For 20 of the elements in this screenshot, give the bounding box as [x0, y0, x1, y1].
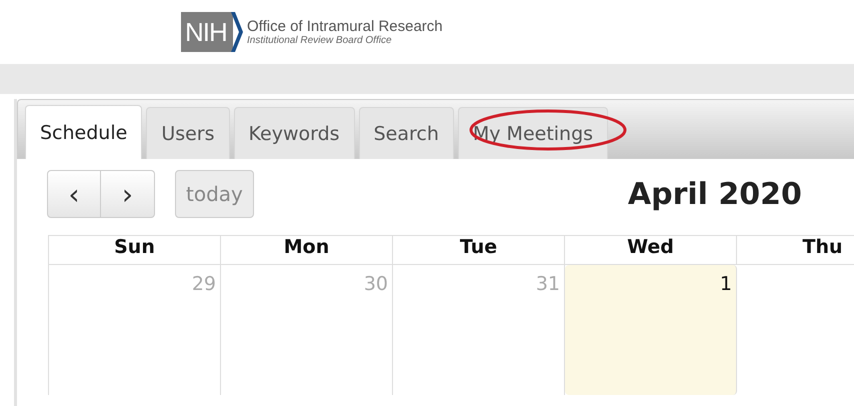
previous-button[interactable]: ‹	[47, 170, 101, 218]
today-button[interactable]: today	[175, 170, 254, 218]
day-number: 29	[192, 273, 216, 295]
weekday-header: Tue	[393, 236, 565, 265]
day-number: 31	[536, 273, 560, 295]
tab[interactable]: Users	[146, 107, 230, 159]
day-number: 30	[364, 273, 388, 295]
tab[interactable]: Search	[358, 107, 454, 159]
weekday-header: Thu	[737, 236, 854, 265]
day-cell[interactable]: 1	[565, 265, 737, 395]
weekday-header: Sun	[49, 236, 221, 265]
office-title: Office of Intramural Research	[247, 18, 443, 35]
weekday-header: Mon	[221, 236, 393, 265]
next-button[interactable]: ›	[101, 170, 155, 218]
tab[interactable]: Keywords	[234, 107, 355, 159]
tab[interactable]: Schedule	[25, 105, 142, 159]
office-subtitle: Institutional Review Board Office	[247, 35, 393, 46]
month-title: April 2020	[628, 176, 802, 212]
chevron-icon	[231, 12, 243, 52]
day-number: 1	[720, 273, 732, 295]
